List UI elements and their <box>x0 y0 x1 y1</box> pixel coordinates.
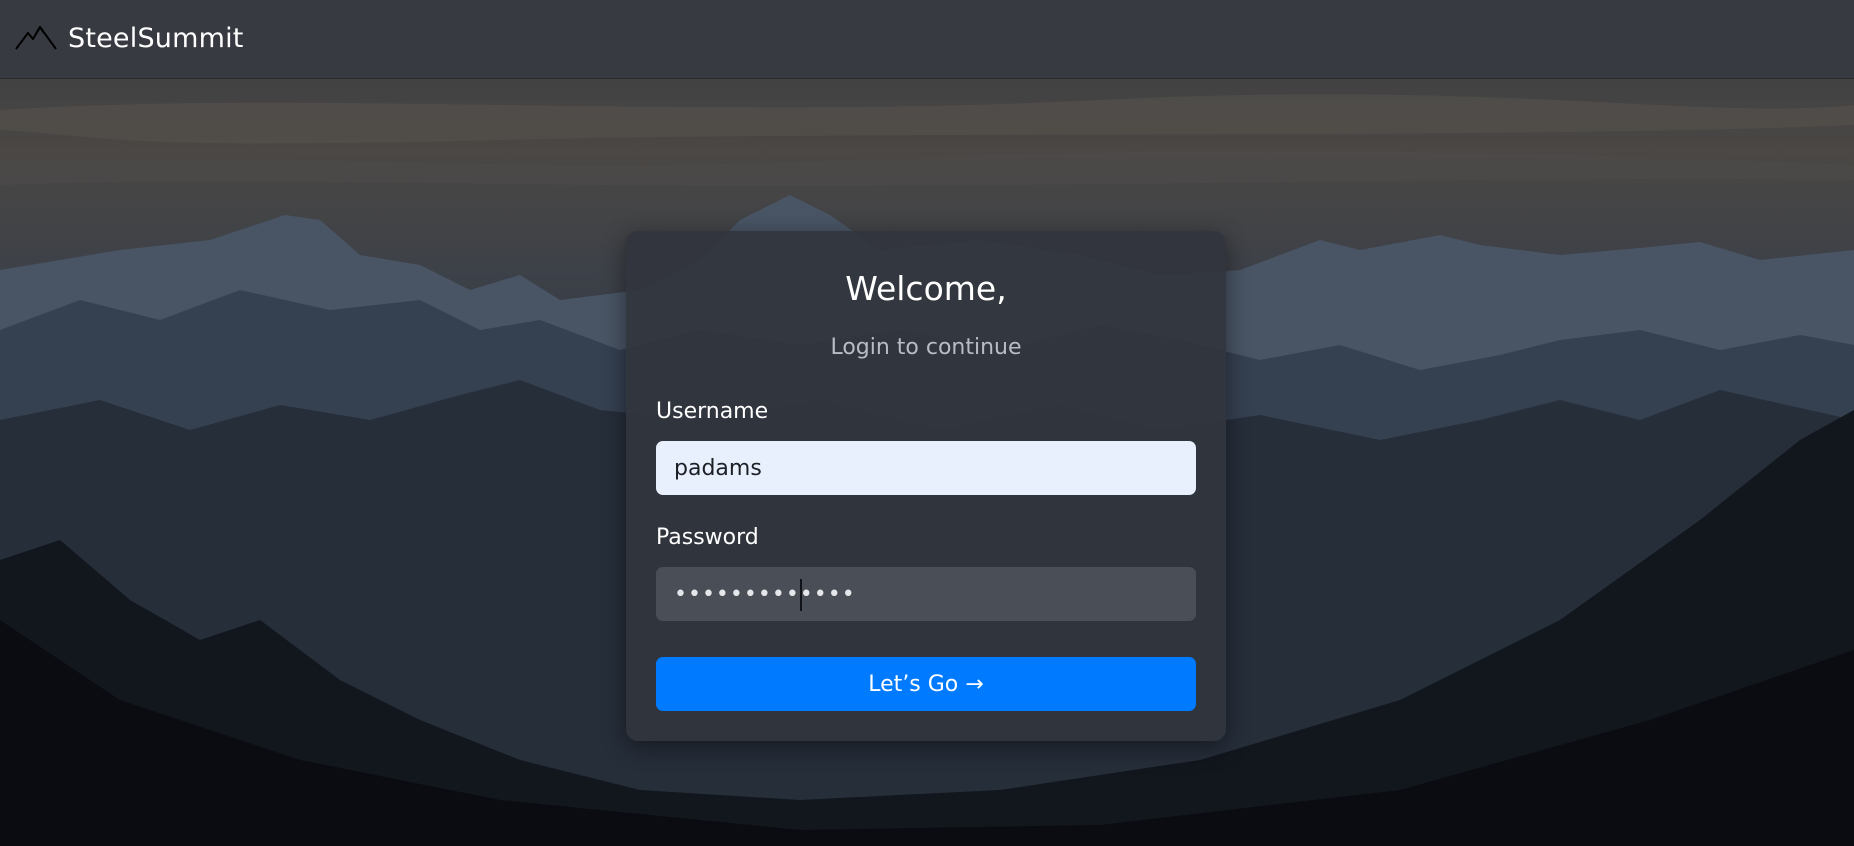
username-label: Username <box>656 399 769 424</box>
username-input[interactable] <box>656 441 1196 495</box>
brand-name: SteelSummit <box>68 22 244 54</box>
text-cursor <box>800 579 802 611</box>
top-navbar: SteelSummit <box>0 0 1854 78</box>
login-subtitle: Login to continue <box>830 335 1022 360</box>
login-submit-button[interactable]: Let’s Go → <box>656 657 1196 711</box>
login-card: Welcome, Login to continue Username Pass… <box>626 231 1226 741</box>
login-title: Welcome, <box>845 269 1007 308</box>
mountain-icon <box>15 26 57 50</box>
brand-home-link[interactable]: SteelSummit <box>14 18 244 58</box>
password-label: Password <box>656 525 759 550</box>
password-input[interactable] <box>656 567 1196 621</box>
